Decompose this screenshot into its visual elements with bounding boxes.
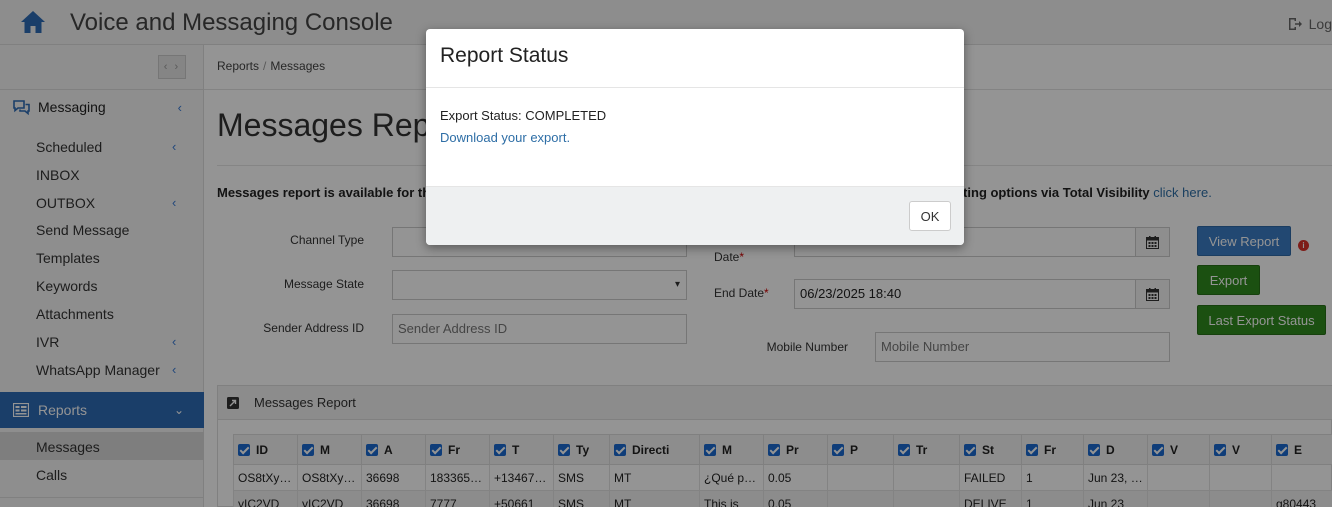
download-export-link[interactable]: Download your export. [440, 130, 570, 145]
export-status-text: Export Status: COMPLETED [440, 108, 607, 123]
ok-button[interactable]: OK [909, 201, 951, 231]
modal-title: Report Status [440, 44, 569, 67]
report-status-modal: Report Status Export Status: COMPLETED D… [426, 29, 964, 245]
modal-body: Export Status: COMPLETED Download your e… [426, 88, 964, 186]
modal-header: Report Status [426, 29, 964, 88]
modal-footer: OK [426, 186, 964, 245]
